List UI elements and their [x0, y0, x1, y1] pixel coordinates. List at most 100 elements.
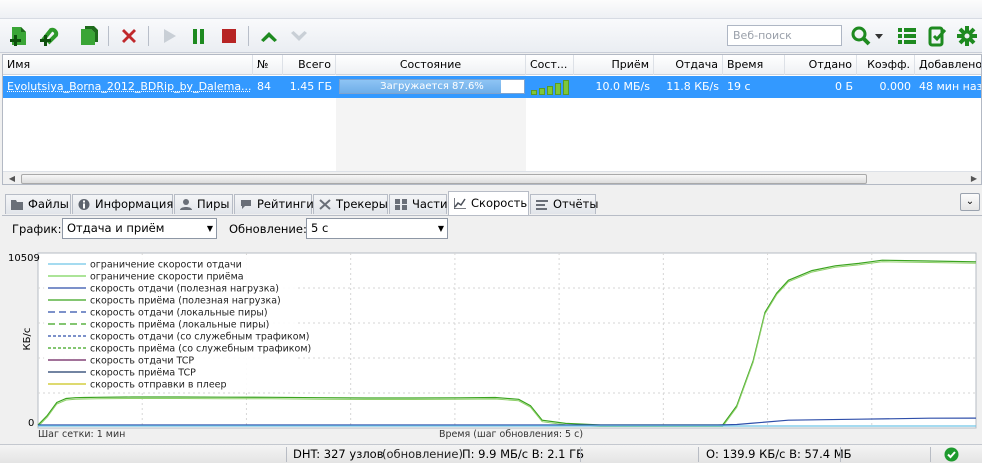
toolbar-separator: [148, 26, 149, 46]
column-header-health[interactable]: Сост...: [526, 55, 574, 75]
torrent-name: Evolutsiya_Borna_2012_BDRip_by_Dalema...: [7, 80, 252, 93]
add-torrent-icon[interactable]: [8, 25, 30, 47]
legend-item-label: скорость приёма (со служебным трафиком): [90, 344, 311, 355]
window-top-strip: [0, 0, 982, 19]
column-header-upload[interactable]: Отдача: [654, 55, 723, 75]
upload-status: О: 139.9 КБ/с В: 57.4 МБ: [706, 447, 852, 461]
stop-icon[interactable]: [218, 25, 240, 47]
start-icon[interactable]: [158, 25, 180, 47]
torrent-eta: 19 с: [727, 80, 751, 93]
torrent-size: 1.45 ГБ: [289, 80, 332, 93]
legend-item-label: скорость приёма (полезная нагрузка): [90, 296, 281, 307]
peers-icon: [180, 199, 192, 210]
legend-item-label: скорость приёма TCP: [90, 368, 196, 379]
download-status: П: 9.9 МБ/с В: 2.1 ГБ: [462, 447, 585, 461]
column-header-size[interactable]: Всего: [283, 55, 336, 75]
status-bar: DHT: 327 узлов (обновление) П: 9.9 МБ/с …: [0, 444, 982, 463]
torrent-progress-bar: Загружается 87.6%: [339, 79, 525, 94]
legend-item-label: ограничение скорости приёма: [90, 272, 244, 283]
time-axis-label: Время (шаг обновления: 5 с): [439, 429, 583, 440]
legend-item-label: ограничение скорости отдачи: [90, 260, 242, 271]
torrent-number: 84: [257, 80, 271, 93]
tab-ratings[interactable]: Рейтинги: [234, 194, 314, 214]
info-icon: [78, 199, 90, 210]
move-down-icon[interactable]: [288, 25, 310, 47]
legend-item-label: скорость отдачи (со служебным трафиком): [90, 332, 309, 343]
network-ok-icon[interactable]: [944, 447, 959, 462]
details-tabs: Файлы Информация Пиры Рейтинги Трекеры Ч…: [0, 190, 982, 215]
tab-speed[interactable]: Скорость: [448, 191, 529, 215]
status-divider: [840, 447, 841, 462]
column-header-ratio[interactable]: Коэфф.: [857, 55, 915, 75]
create-torrent-icon[interactable]: [78, 25, 100, 47]
remove-icon[interactable]: [118, 25, 140, 47]
status-divider: [580, 447, 581, 462]
status-divider: [286, 447, 287, 462]
pause-icon[interactable]: [188, 25, 210, 47]
tab-files[interactable]: Файлы: [5, 194, 71, 214]
status-divider: [698, 447, 699, 462]
column-header-uploaded[interactable]: Отдано: [785, 55, 857, 75]
column-header-state[interactable]: Состояние: [336, 55, 526, 75]
search-icon[interactable]: [850, 25, 872, 47]
list-horizontal-scrollbar[interactable]: ◀ ▶: [3, 171, 981, 184]
y-max-label: 10509: [8, 253, 40, 264]
update-label: Обновление:: [229, 222, 307, 236]
torrent-state: Загружается 87.6%: [380, 81, 484, 92]
move-up-icon[interactable]: [258, 25, 280, 47]
pieces-icon: [395, 199, 407, 210]
list-header: Имя № Всего Состояние Сост... Приём Отда…: [3, 55, 981, 75]
column-header-added[interactable]: Добавлено: [915, 55, 981, 75]
column-header-name[interactable]: Имя: [3, 55, 253, 75]
chevron-down-icon: ▼: [437, 224, 444, 233]
legend-item-label: скорость отдачи (локальные пиры): [90, 308, 268, 319]
settings-icon[interactable]: [956, 25, 978, 47]
speed-graph: 10509 0 КБ/с Шаг сетки: 1 мин Время (шаг обн…: [0, 248, 982, 441]
tab-log[interactable]: Отчёты: [530, 194, 598, 214]
search-dropdown-icon[interactable]: [873, 25, 885, 47]
folder-icon: [11, 200, 23, 210]
update-interval-select[interactable]: 5 с ▼: [306, 218, 448, 239]
legend-item-label: скорость отправки в плеер: [90, 380, 227, 391]
ratings-icon: [241, 200, 251, 209]
scroll-right-icon[interactable]: ▶: [967, 173, 981, 184]
status-divider: [930, 447, 931, 462]
trackers-icon: [319, 199, 331, 210]
torrent-added: 48 мин наза: [919, 80, 982, 93]
column-header-number[interactable]: №: [253, 55, 283, 75]
list-view-icon[interactable]: [896, 25, 918, 47]
y-min-label: 0: [28, 418, 34, 429]
column-header-eta[interactable]: Время: [723, 55, 785, 75]
legend-item-label: скорость отдачи (полезная нагрузка): [90, 284, 279, 295]
torrent-ratio: 0.000: [879, 80, 912, 93]
grid-step-label: Шаг сетки: 1 мин: [38, 429, 125, 440]
dht-status: DHT: 327 узлов: [293, 447, 384, 461]
legend-item-label: скорость приёма (локальные пиры): [90, 320, 269, 331]
graph-select[interactable]: Отдача и приём ▼: [62, 218, 217, 239]
add-magnet-icon[interactable]: [38, 25, 60, 47]
scrollbar-thumb[interactable]: [21, 174, 867, 184]
log-icon: [536, 200, 548, 210]
toolbar: Веб-поиск: [0, 19, 982, 53]
web-search-input[interactable]: Веб-поиск: [727, 25, 842, 46]
tab-peers[interactable]: Пиры: [174, 194, 233, 214]
remote-icon[interactable]: [926, 25, 948, 47]
toolbar-separator: [248, 26, 249, 46]
torrent-download-speed: 10.0 МБ/s: [595, 80, 650, 93]
tab-pieces[interactable]: Части: [389, 194, 447, 214]
chevron-down-icon: ▼: [206, 224, 213, 233]
tab-info[interactable]: Информация: [72, 194, 173, 214]
legend-item-label: скорость отдачи TCP: [90, 356, 194, 367]
torrent-list: Имя № Всего Состояние Сост... Приём Отда…: [2, 54, 982, 185]
torrent-uploaded: 0 Б: [834, 80, 853, 93]
toolbar-separator: [108, 26, 109, 46]
y-axis-label: КБ/с: [22, 328, 33, 351]
health-bars-icon: [531, 80, 571, 95]
column-header-download[interactable]: Приём: [574, 55, 654, 75]
dht-update-link[interactable]: (обновление): [382, 445, 463, 463]
torrent-upload-speed: 11.8 КБ/s: [666, 80, 719, 93]
speed-icon: [454, 198, 466, 209]
collapse-panel-button[interactable]: ⌄: [960, 193, 980, 211]
scroll-left-icon[interactable]: ◀: [5, 173, 19, 184]
tab-trackers[interactable]: Трекеры: [313, 194, 388, 214]
